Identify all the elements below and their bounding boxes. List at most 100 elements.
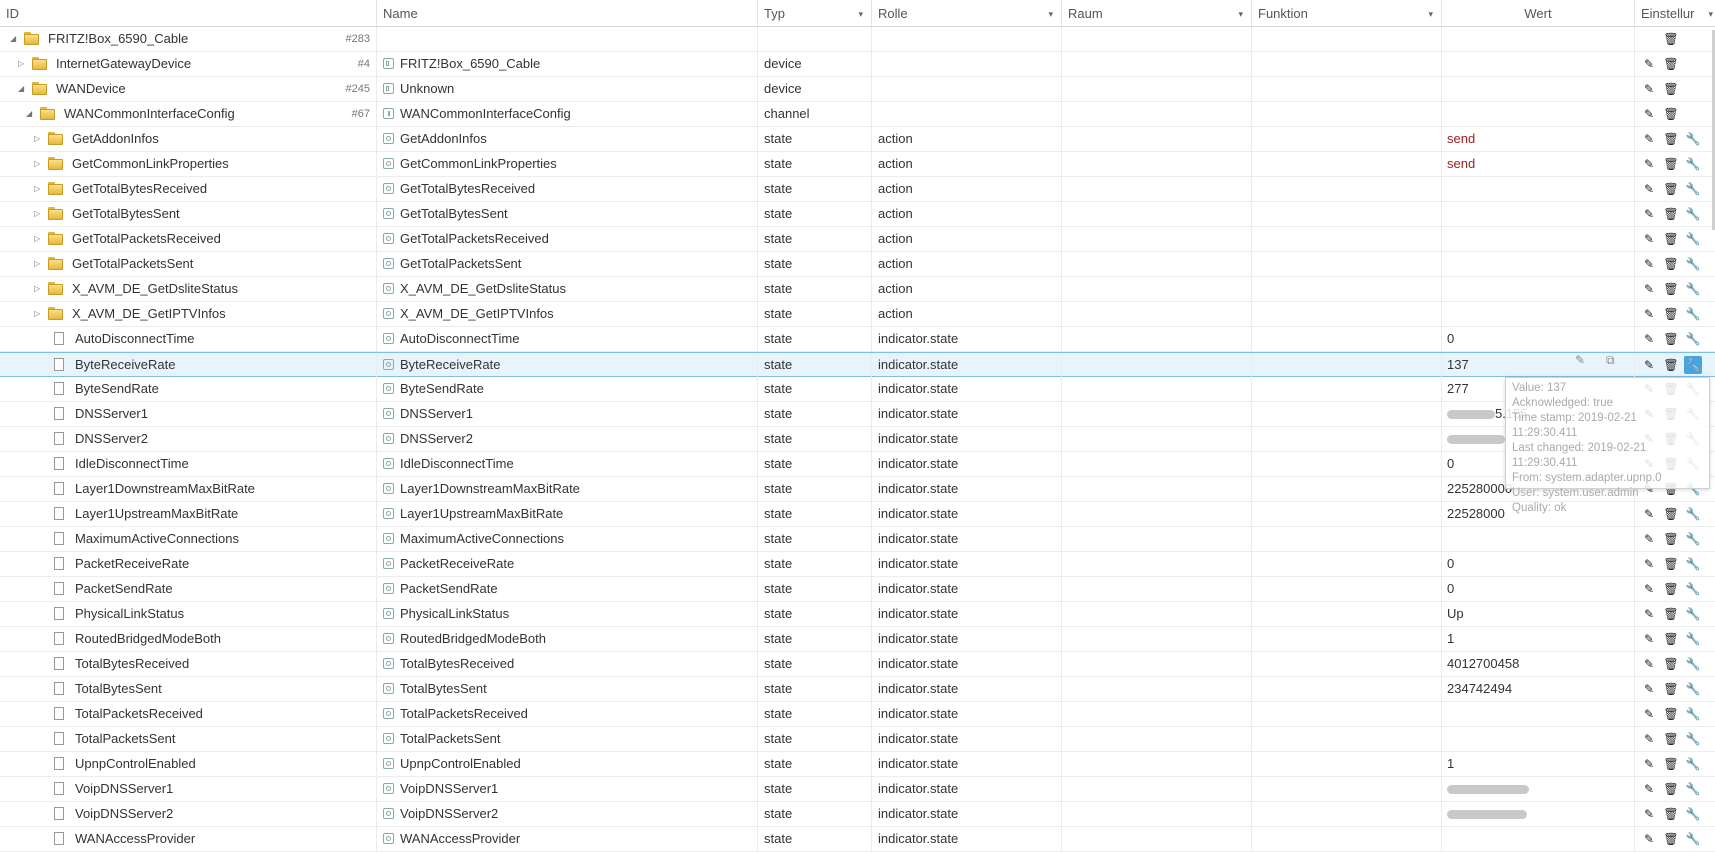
id-cell[interactable]: Layer1DownstreamMaxBitRate <box>0 477 377 501</box>
edit-icon[interactable]: ✎ <box>1640 180 1658 198</box>
wrench-icon[interactable]: 🔧 <box>1684 155 1702 173</box>
table-row[interactable]: VoipDNSServer2 VoipDNSServer2 state indicat… <box>0 802 1715 827</box>
wrench-icon[interactable]: 🔧 <box>1684 605 1702 623</box>
wrench-icon[interactable]: 🔧 <box>1684 205 1702 223</box>
header-typ[interactable]: Typ ▾ <box>758 0 872 26</box>
id-cell[interactable]: ▷ X_AVM_DE_GetDsliteStatus <box>0 277 377 301</box>
edit-icon[interactable]: ✎ <box>1640 780 1658 798</box>
id-cell[interactable]: TotalBytesReceived <box>0 652 377 676</box>
edit-icon[interactable]: ✎ <box>1640 805 1658 823</box>
id-cell[interactable]: IdleDisconnectTime <box>0 452 377 476</box>
collapsed-toggle-icon[interactable]: ▷ <box>34 302 40 326</box>
delete-icon[interactable]: 🗑 <box>1662 680 1680 698</box>
id-cell[interactable]: Layer1UpstreamMaxBitRate <box>0 502 377 526</box>
chevron-down-icon[interactable]: ▾ <box>1428 0 1433 26</box>
wrench-icon[interactable]: 🔧 <box>1684 705 1702 723</box>
value-cell[interactable] <box>1442 302 1635 326</box>
delete-icon[interactable]: 🗑 <box>1662 830 1680 848</box>
value-cell[interactable] <box>1442 527 1635 551</box>
wrench-icon[interactable]: 🔧 <box>1684 330 1702 348</box>
wrench-icon[interactable]: 🔧 <box>1684 630 1702 648</box>
edit-icon[interactable]: ✎ <box>1640 330 1658 348</box>
table-row[interactable]: TotalBytesReceived TotalBytesReceived stat… <box>0 652 1715 677</box>
value-cell[interactable]: 1 <box>1442 627 1635 651</box>
edit-icon[interactable]: ✎ <box>1640 630 1658 648</box>
value-cell[interactable] <box>1442 27 1635 51</box>
id-cell[interactable]: ◢ WANDevice #245 <box>0 77 377 101</box>
delete-icon[interactable]: 🗑 <box>1662 705 1680 723</box>
value-cell[interactable] <box>1442 777 1635 801</box>
edit-icon[interactable]: ✎ <box>1640 580 1658 598</box>
edit-icon[interactable]: ✎ <box>1640 555 1658 573</box>
id-cell[interactable]: ◢ WANCommonInterfaceConfig #67 <box>0 102 377 126</box>
id-cell[interactable]: ▷ GetTotalPacketsReceived <box>0 227 377 251</box>
wrench-icon[interactable]: 🔧 <box>1684 730 1702 748</box>
edit-icon[interactable]: ✎ <box>1640 255 1658 273</box>
delete-icon[interactable]: 🗑 <box>1662 130 1680 148</box>
chevron-down-icon[interactable]: ▾ <box>1238 0 1243 26</box>
id-cell[interactable]: ▷ GetTotalBytesReceived <box>0 177 377 201</box>
id-cell[interactable]: RoutedBridgedModeBoth <box>0 627 377 651</box>
value-cell[interactable] <box>1442 277 1635 301</box>
value-cell[interactable]: 4012700458 <box>1442 652 1635 676</box>
table-row[interactable]: IdleDisconnectTime IdleDisconnectTime stat… <box>0 452 1715 477</box>
table-row[interactable]: VoipDNSServer1 VoipDNSServer1 state indicat… <box>0 777 1715 802</box>
wrench-icon[interactable]: 🔧 <box>1684 530 1702 548</box>
delete-icon[interactable]: 🗑 <box>1662 580 1680 598</box>
expanded-toggle-icon[interactable]: ◢ <box>26 102 32 126</box>
chevron-down-icon[interactable]: ▾ <box>1048 0 1053 26</box>
table-row[interactable]: ◢ WANDevice #245 Unknown device ✎ 🗑 <box>0 77 1715 102</box>
table-row[interactable]: AutoDisconnectTime AutoDisconnectTime stat… <box>0 327 1715 352</box>
delete-icon[interactable]: 🗑 <box>1662 805 1680 823</box>
value-cell[interactable] <box>1442 202 1635 226</box>
delete-icon[interactable]: 🗑 <box>1662 605 1680 623</box>
delete-icon[interactable]: 🗑 <box>1662 180 1680 198</box>
chevron-down-icon[interactable]: ▾ <box>858 0 863 26</box>
id-cell[interactable]: ▷ GetTotalBytesSent <box>0 202 377 226</box>
table-row[interactable]: ◢ FRITZ!Box_6590_Cable #283 🗑 <box>0 27 1715 52</box>
table-row[interactable]: UpnpControlEnabled UpnpControlEnabled stat… <box>0 752 1715 777</box>
collapsed-toggle-icon[interactable]: ▷ <box>34 202 40 226</box>
edit-icon[interactable]: ✎ <box>1640 730 1658 748</box>
value-cell[interactable]: 234742494 <box>1442 677 1635 701</box>
collapsed-toggle-icon[interactable]: ▷ <box>34 252 40 276</box>
header-name[interactable]: Name <box>377 0 758 26</box>
collapsed-toggle-icon[interactable]: ▷ <box>34 227 40 251</box>
edit-icon[interactable]: ✎ <box>1640 280 1658 298</box>
table-row[interactable]: ▷ GetTotalPacketsSent GetTotalPacketsSent s… <box>0 252 1715 277</box>
wrench-icon[interactable]: 🔧 <box>1684 780 1702 798</box>
edit-icon[interactable]: ✎ <box>1640 230 1658 248</box>
id-cell[interactable]: ▷ InternetGatewayDevice #4 <box>0 52 377 76</box>
delete-icon[interactable]: 🗑 <box>1662 356 1680 374</box>
id-cell[interactable]: DNSServer2 <box>0 427 377 451</box>
edit-icon[interactable]: ✎ <box>1640 80 1658 98</box>
wrench-icon[interactable]: 🔧 <box>1684 180 1702 198</box>
wrench-icon[interactable]: 🔧 <box>1684 680 1702 698</box>
delete-icon[interactable]: 🗑 <box>1662 80 1680 98</box>
table-row[interactable]: PacketSendRate PacketSendRate state indicat… <box>0 577 1715 602</box>
table-row[interactable]: ▷ GetTotalPacketsReceived GetTotalPacketsR… <box>0 227 1715 252</box>
header-wert[interactable]: Wert <box>1442 0 1635 26</box>
collapsed-toggle-icon[interactable]: ▷ <box>34 152 40 176</box>
id-cell[interactable]: TotalBytesSent <box>0 677 377 701</box>
expanded-toggle-icon[interactable]: ◢ <box>10 27 16 51</box>
id-cell[interactable]: ▷ GetAddonInfos <box>0 127 377 151</box>
wrench-icon[interactable]: 🔧 <box>1684 305 1702 323</box>
table-row[interactable]: RoutedBridgedModeBoth RoutedBridgedModeBo… <box>0 627 1715 652</box>
table-row[interactable]: PhysicalLinkStatus PhysicalLinkStatus stat… <box>0 602 1715 627</box>
edit-icon[interactable]: ✎ <box>1640 205 1658 223</box>
id-cell[interactable]: TotalPacketsSent <box>0 727 377 751</box>
value-cell[interactable] <box>1442 802 1635 826</box>
delete-icon[interactable]: 🗑 <box>1662 305 1680 323</box>
wrench-icon[interactable]: 🔧 <box>1684 580 1702 598</box>
value-cell[interactable]: 0 <box>1442 577 1635 601</box>
table-row[interactable]: ▷ X_AVM_DE_GetDsliteStatus X_AVM_DE_GetDsl… <box>0 277 1715 302</box>
wrench-icon[interactable]: 🔧 <box>1684 830 1702 848</box>
delete-icon[interactable]: 🗑 <box>1662 230 1680 248</box>
wrench-icon[interactable]: 🔧 <box>1684 655 1702 673</box>
id-cell[interactable]: PhysicalLinkStatus <box>0 602 377 626</box>
id-cell[interactable]: ByteReceiveRate <box>0 353 377 377</box>
delete-icon[interactable]: 🗑 <box>1662 655 1680 673</box>
edit-icon[interactable]: ✎ <box>1640 680 1658 698</box>
value-cell[interactable] <box>1442 727 1635 751</box>
